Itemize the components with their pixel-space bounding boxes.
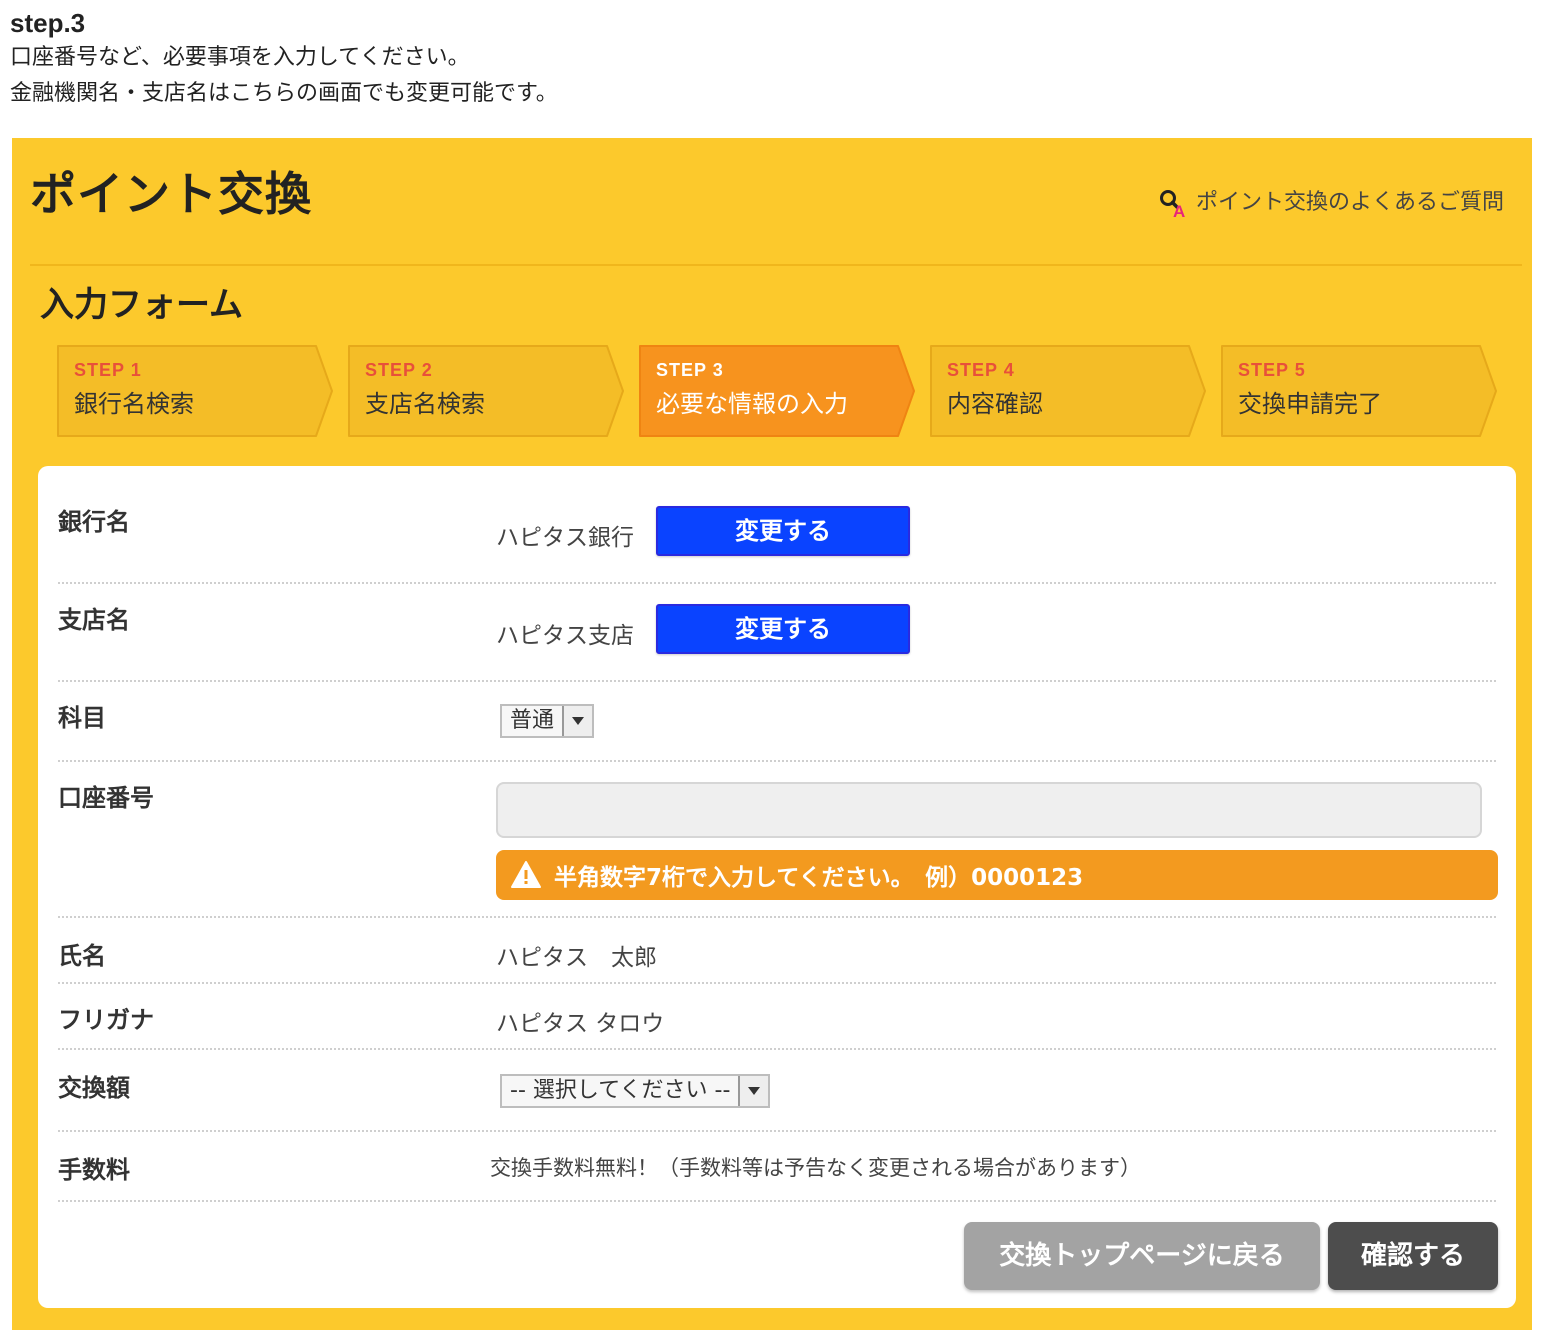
confirm-button[interactable]: 確認する [1328, 1222, 1498, 1290]
search-a-icon: A [1158, 188, 1188, 221]
account-number-warning: 半角数字7桁で入力してください。 例）0000123 [496, 850, 1498, 900]
svg-text:A: A [1173, 202, 1185, 218]
amount-selected: -- 選択してください -- [510, 1078, 731, 1103]
amount-label: 交換額 [58, 1074, 130, 1102]
fee-label: 手数料 [58, 1156, 130, 1184]
fee-value: 交換手数料無料！（手数料等は予告なく変更される場合があります） [490, 1156, 1141, 1180]
bank-value: ハピタス銀行 [496, 525, 634, 551]
step-2-label: 支店名検索 [365, 390, 485, 418]
form-title: 入力フォーム [40, 285, 243, 325]
step-1-number: STEP 1 [74, 360, 142, 380]
step-1-label: 銀行名検索 [74, 390, 194, 418]
row-account-type: 科目 普通 [58, 682, 1496, 762]
step-progress: STEP 1 銀行名検索 STEP 2 支店名検索 STEP 3 必要な情報の入… [54, 344, 1514, 438]
furigana-label: フリガナ [58, 1006, 154, 1034]
account-number-label: 口座番号 [58, 784, 154, 812]
account-type-label: 科目 [58, 704, 106, 732]
bank-label: 銀行名 [58, 508, 130, 536]
row-account-number: 口座番号 半角数字7桁で入力してください。 例）0000123 [58, 762, 1498, 918]
faq-link-text: ポイント交換のよくあるご質問 [1195, 190, 1504, 215]
row-amount: 交換額 -- 選択してください -- [58, 1050, 1496, 1132]
intro-section: step.3 口座番号など、必要事項を入力してください。 金融機関名・支店名はこ… [10, 6, 1510, 112]
account-number-warning-text: 半角数字7桁で入力してください。 例）0000123 [554, 865, 1084, 891]
step-3-number: STEP 3 [656, 360, 724, 380]
step-4: STEP 4 内容確認 [927, 344, 1207, 438]
form-card: 銀行名 ハピタス銀行 変更する 支店名 ハピタス支店 変更する 科目 普通 口座… [38, 466, 1516, 1308]
intro-step-title: step.3 [10, 8, 86, 38]
step-4-number: STEP 4 [947, 360, 1015, 380]
step-5-label: 交換申請完了 [1238, 390, 1382, 418]
intro-line-2: 金融機関名・支店名はこちらの画面でも変更可能です。 [10, 81, 558, 106]
furigana-value: ハピタス タロウ [496, 1011, 665, 1037]
row-fee: 手数料 交換手数料無料！（手数料等は予告なく変更される場合があります） [58, 1132, 1496, 1202]
step-2: STEP 2 支店名検索 [345, 344, 625, 438]
intro-line-1: 口座番号など、必要事項を入力してください。 [10, 45, 470, 70]
row-bank: 銀行名 ハピタス銀行 変更する [58, 486, 1496, 584]
change-bank-button[interactable]: 変更する [656, 506, 910, 556]
row-furigana: フリガナ ハピタス タロウ [58, 984, 1496, 1050]
step-4-label: 内容確認 [947, 390, 1043, 418]
change-branch-button[interactable]: 変更する [656, 604, 910, 654]
account-type-select[interactable]: 普通 [500, 704, 595, 738]
name-label: 氏名 [58, 942, 106, 970]
chevron-down-icon [562, 706, 593, 736]
account-number-input[interactable] [496, 782, 1482, 838]
back-to-top-button[interactable]: 交換トップページに戻る [964, 1222, 1320, 1290]
faq-link[interactable]: A ポイント交換のよくあるご質問 [1158, 188, 1504, 221]
step-3: STEP 3 必要な情報の入力 [636, 344, 916, 438]
step-5: STEP 5 交換申請完了 [1218, 344, 1498, 438]
page-title: ポイント交換 [30, 167, 312, 221]
amount-select[interactable]: -- 選択してください -- [500, 1074, 771, 1108]
point-exchange-panel: ポイント交換 A ポイント交換のよくあるご質問 入力フォーム STEP 1 銀行… [12, 138, 1532, 1330]
branch-value: ハピタス支店 [496, 623, 634, 649]
step-1: STEP 1 銀行名検索 [54, 344, 334, 438]
step-5-number: STEP 5 [1238, 360, 1306, 380]
step-2-number: STEP 2 [365, 360, 433, 380]
name-value: ハピタス 太郎 [496, 945, 657, 971]
row-name: 氏名 ハピタス 太郎 [58, 918, 1496, 984]
warning-icon [510, 860, 542, 890]
panel-header: ポイント交換 A ポイント交換のよくあるご質問 [30, 164, 1514, 244]
account-type-selected: 普通 [510, 708, 555, 733]
step-3-label: 必要な情報の入力 [656, 390, 848, 418]
branch-label: 支店名 [58, 606, 130, 634]
row-branch: 支店名 ハピタス支店 変更する [58, 584, 1496, 682]
header-divider [30, 264, 1522, 266]
chevron-down-icon [738, 1076, 769, 1106]
